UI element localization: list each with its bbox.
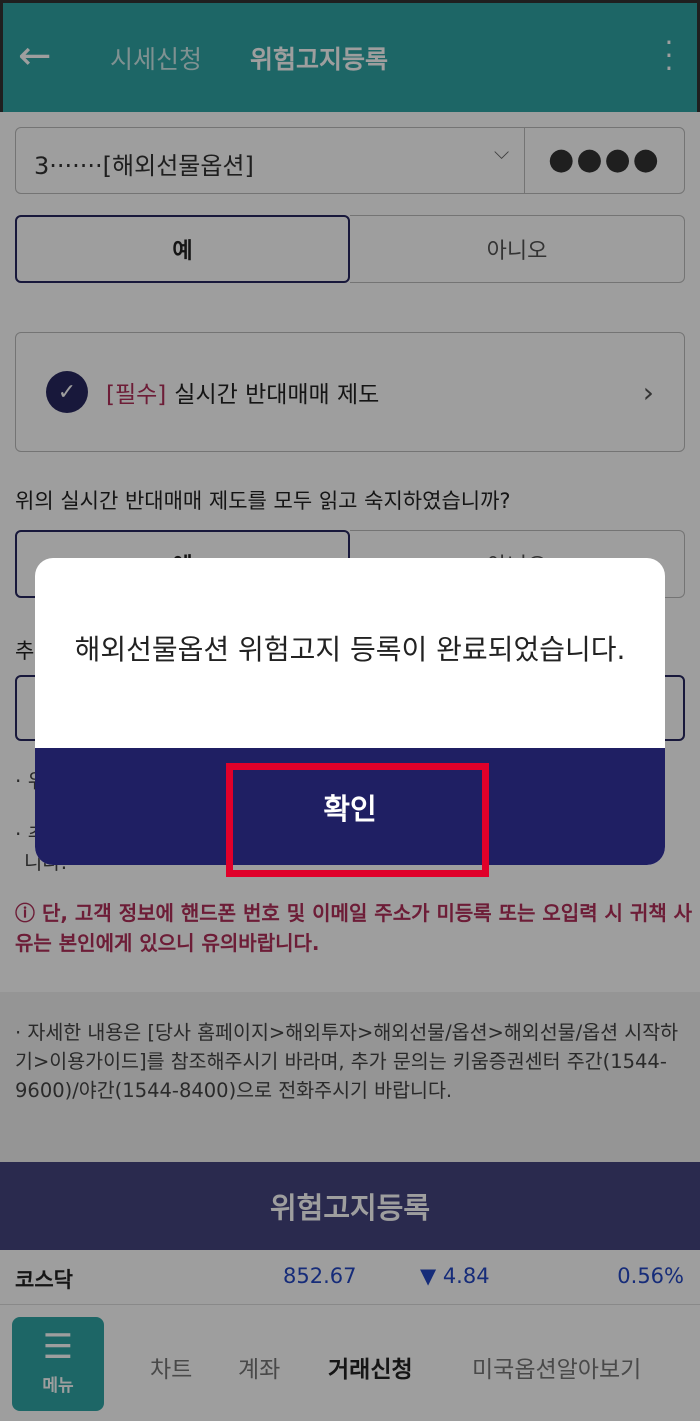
- highlight-box: [226, 763, 489, 877]
- dialog-message: 해외선물옵션 위험고지 등록이 완료되었습니다.: [74, 633, 626, 666]
